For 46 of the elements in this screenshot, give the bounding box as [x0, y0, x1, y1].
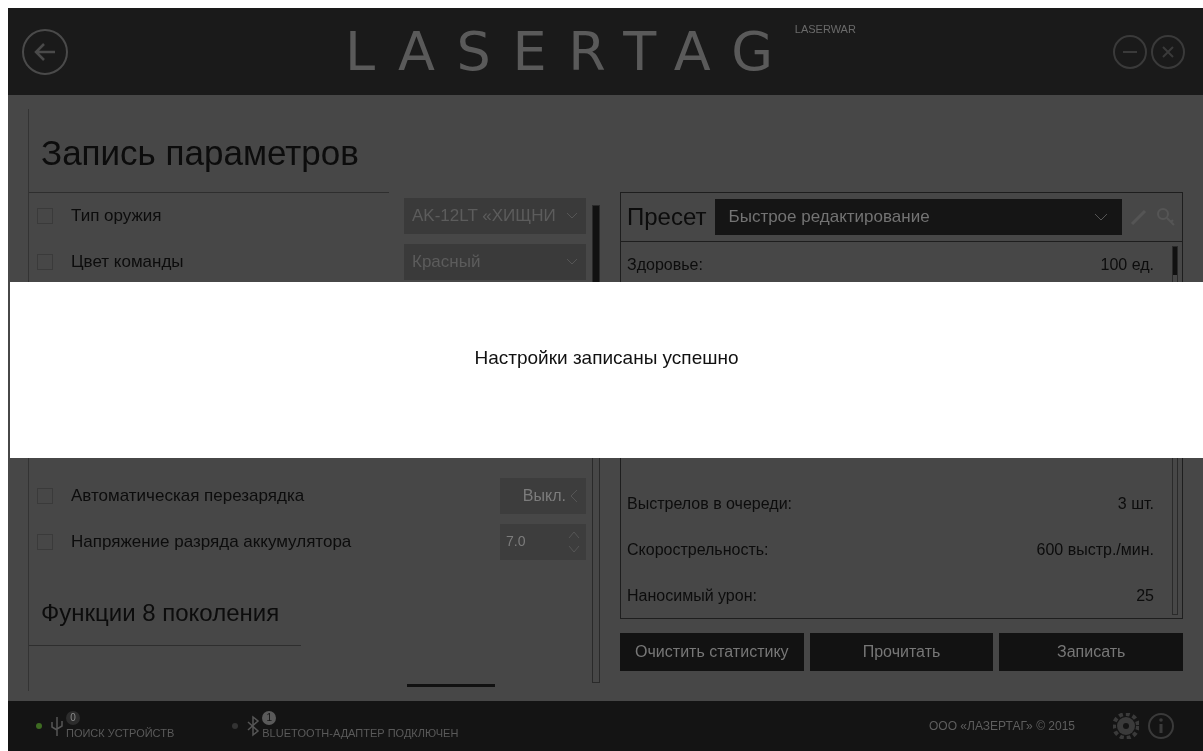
device-count-badge: 0 — [66, 710, 80, 725]
chevron-down-icon — [566, 211, 578, 220]
notification-message: Настройки записаны успешно — [474, 346, 739, 370]
info-icon[interactable] — [1147, 712, 1175, 740]
logo-text: LASERTAG — [345, 24, 795, 79]
brand-text: LASERWAR — [794, 21, 856, 37]
stat-value: 3 шт. — [1117, 494, 1154, 514]
chevron-down-icon — [1094, 213, 1108, 221]
setting-label: Цвет команды — [71, 250, 185, 273]
minimize-button[interactable] — [1113, 34, 1147, 69]
stat-label: Наносимый урон: — [627, 586, 757, 606]
minus-icon — [1123, 50, 1137, 53]
stat-label: Здоровье: — [627, 255, 703, 275]
number-field[interactable]: 7.0 — [500, 523, 586, 560]
status-dot — [232, 723, 239, 729]
usb-icon — [50, 715, 64, 737]
action-button[interactable]: Прочитать — [809, 633, 994, 671]
setting-label: Напряжение разряда аккумулятора — [71, 530, 353, 553]
stat-value: 25 — [1136, 586, 1154, 606]
chevron-left-icon — [570, 488, 578, 503]
preset-label: Пресет — [627, 202, 707, 232]
copyright-text: ООО «ЛАЗЕРТАГ» © 2015 — [929, 718, 1075, 735]
close-button[interactable] — [1151, 34, 1185, 69]
panel-title: Запись параметров — [29, 109, 389, 193]
chevron-down-icon — [566, 257, 578, 266]
action-button[interactable]: Очистить статистику — [620, 633, 804, 671]
bluetooth-icon — [246, 715, 261, 737]
status-dot — [36, 723, 42, 729]
settings-icon[interactable] — [1113, 713, 1139, 739]
status-text: ПОИСК УСТРОЙСТВ — [66, 725, 175, 741]
setting-label: Тип оружия — [71, 204, 163, 227]
setting-label: Автоматическая перезарядка — [71, 484, 306, 507]
action-button[interactable]: Записать — [999, 633, 1183, 671]
stat-value: 100 ед. — [1100, 255, 1154, 275]
adapter-count-badge: 1 — [262, 710, 277, 725]
toggle-switch[interactable]: Выкл. — [500, 477, 586, 514]
arrow-left-icon — [33, 41, 57, 62]
close-icon — [1162, 45, 1174, 58]
back-button[interactable] — [22, 28, 68, 75]
stat-label: Скорострельность: — [627, 540, 769, 560]
stat-value: 600 выстр./мин. — [1036, 540, 1154, 560]
stat-label: Выстрелов в очереди: — [627, 494, 792, 514]
horizontal-scrollbar[interactable] — [407, 684, 495, 687]
status-text: BLUETOOTH-АДАПТЕР ПОДКЛЮЧЕН — [262, 725, 459, 741]
preset-dropdown[interactable]: Быстрое редактирование — [714, 199, 1122, 235]
section-title: Функции 8 поколения — [29, 594, 301, 646]
